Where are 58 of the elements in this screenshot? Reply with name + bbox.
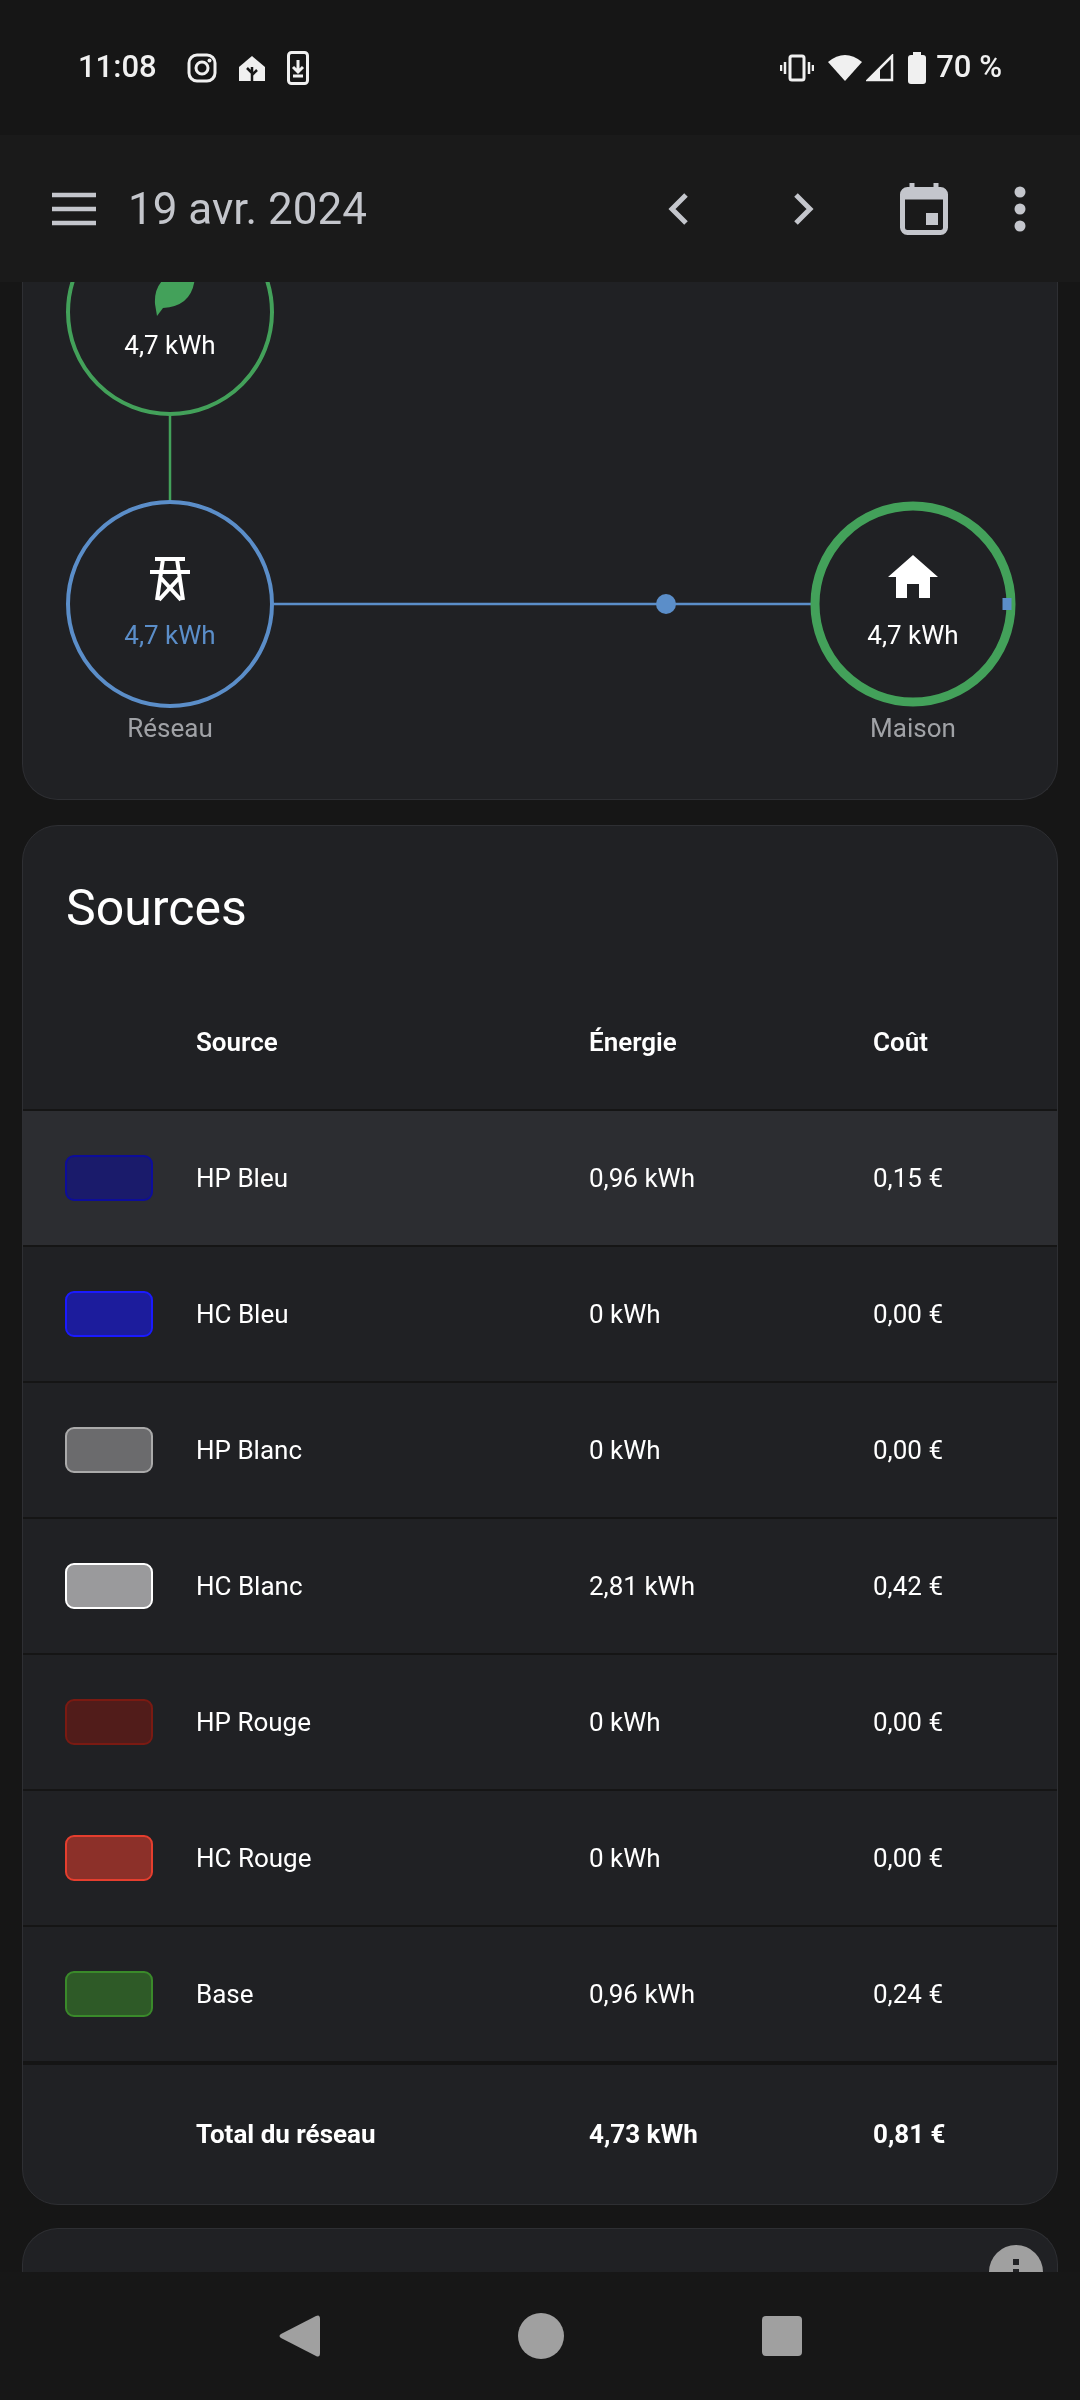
calendar-icon xyxy=(900,182,948,235)
flow-dot xyxy=(656,594,676,614)
cost-value: 0,15 € xyxy=(873,1161,944,1195)
home-circle-icon xyxy=(518,2313,564,2359)
flow-segment xyxy=(1002,598,1012,610)
cost-value: 0,24 € xyxy=(873,1977,944,2011)
total-label: Total du réseau xyxy=(196,2118,377,2151)
cost-value: 0,00 € xyxy=(873,1841,944,1875)
leaf-icon xyxy=(154,282,196,316)
energy-value: 0 kWh xyxy=(589,1297,662,1331)
source-name: HP Bleu xyxy=(196,1161,290,1195)
more-vertical-icon xyxy=(1013,185,1027,232)
wifi-icon xyxy=(828,53,863,82)
grid-energy-value: 4,7 kWh xyxy=(124,620,216,650)
clock-time: 11:08 xyxy=(78,47,157,88)
home-label: Maison xyxy=(870,713,956,743)
source-name: HC Rouge xyxy=(196,1841,313,1875)
source-row[interactable]: HP Bleu 0,96 kWh 0,15 € xyxy=(23,1111,1057,1247)
energy-value: 0,96 kWh xyxy=(589,1161,696,1195)
column-header: Coût xyxy=(873,1026,929,1059)
home-energy-value: 4,7 kWh xyxy=(867,620,959,650)
camera-app-icon xyxy=(186,52,217,83)
menu-icon xyxy=(50,190,98,227)
column-header: Énergie xyxy=(589,1026,678,1059)
home-button[interactable] xyxy=(518,2313,564,2359)
vibrate-icon xyxy=(780,53,815,82)
energy-value: 0 kWh xyxy=(589,1433,662,1467)
grid-label: Réseau xyxy=(127,713,213,743)
source-name: HC Bleu xyxy=(196,1297,290,1331)
cost-value: 0,00 € xyxy=(873,1705,944,1739)
energy-value: 0 kWh xyxy=(589,1705,662,1739)
date-title: 19 avr. 2024 xyxy=(128,181,367,237)
back-icon xyxy=(278,2313,320,2359)
solar-energy-value: 4,7 kWh xyxy=(124,330,216,360)
signal-icon xyxy=(866,53,895,82)
power-tower-icon xyxy=(148,557,192,602)
energy-value: 0,96 kWh xyxy=(589,1977,696,2011)
energy-value: 2,81 kWh xyxy=(589,1569,696,1603)
total-energy: 4,73 kWh xyxy=(589,2118,699,2151)
battery-icon xyxy=(908,51,927,84)
house-icon xyxy=(888,555,938,598)
source-name: HP Blanc xyxy=(196,1433,304,1467)
cost-value: 0,00 € xyxy=(873,1433,944,1467)
source-name: HC Blanc xyxy=(196,1569,304,1603)
recents-square-icon xyxy=(762,2316,802,2356)
energy-value: 0 kWh xyxy=(589,1841,662,1875)
card-title: Sources xyxy=(66,878,247,939)
chevron-right-icon xyxy=(793,191,815,226)
cost-value: 0,00 € xyxy=(873,1297,944,1331)
cost-value: 0,42 € xyxy=(873,1569,944,1603)
total-cost: 0,81 € xyxy=(873,2118,947,2151)
battery-percent: 70 % xyxy=(936,47,1002,88)
column-header: Source xyxy=(196,1026,279,1059)
download-app-icon xyxy=(286,50,309,85)
chevron-left-icon xyxy=(667,191,689,226)
back-button[interactable] xyxy=(278,2313,320,2359)
source-name: HP Rouge xyxy=(196,1705,312,1739)
source-name: Base xyxy=(196,1977,255,2011)
